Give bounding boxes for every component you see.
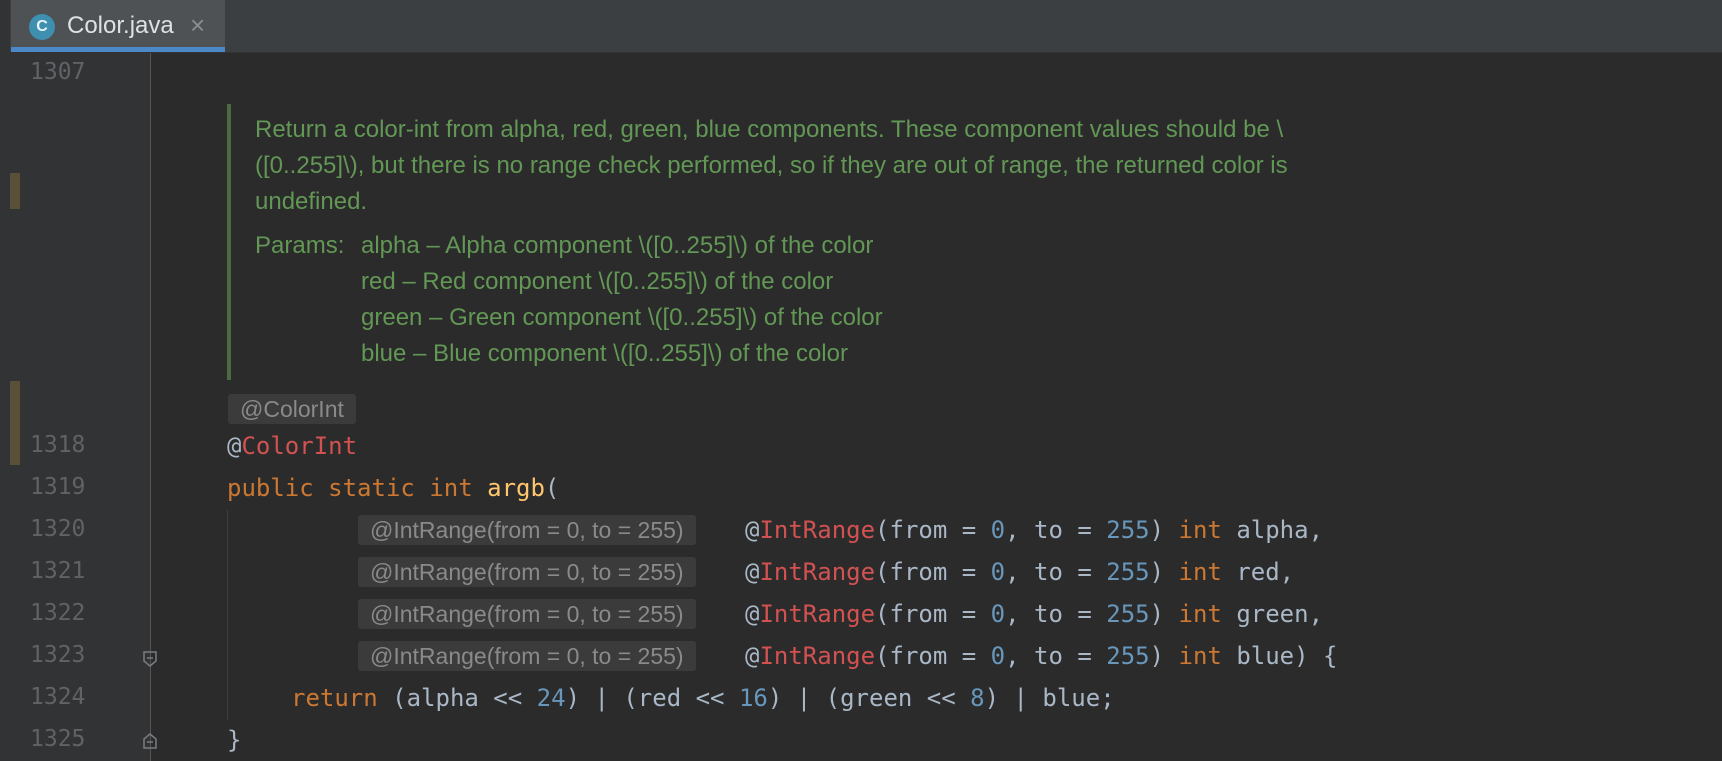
close-brace: } (227, 726, 242, 754)
keyword: int (429, 474, 473, 502)
code-line-1325[interactable]: } (227, 722, 241, 758)
param-alpha: alpha – Alpha component \([0..255]\) of … (361, 232, 874, 259)
rendered-doc-comment: Return a color-int from alpha, red, gree… (255, 112, 1555, 220)
number-literal: 255 (1106, 642, 1150, 670)
line-number: 1321 (30, 558, 86, 584)
code-line-1318[interactable]: @ColorInt (227, 428, 357, 464)
annotation-name: IntRange (759, 516, 876, 544)
keyword: return (291, 684, 378, 712)
annotation-args: ) (1149, 600, 1179, 628)
line-number: 1325 (30, 726, 86, 752)
annotation-args: ) (1149, 516, 1179, 544)
java-class-icon: C (29, 14, 55, 40)
annotation-args: , to = (1005, 642, 1107, 670)
change-marker (10, 381, 20, 465)
expression-part: ) | blue; (984, 684, 1115, 712)
editor-tab-bar (0, 0, 1722, 53)
expression-part: ) | (red << (565, 684, 739, 712)
active-tab-indicator (11, 47, 225, 52)
change-marker (10, 173, 20, 209)
close-icon[interactable]: × (190, 10, 205, 40)
at-sign: @ (227, 432, 242, 460)
param-name: blue) { (1236, 642, 1338, 670)
expression-part: ) | (green << (767, 684, 971, 712)
annotation-name: IntRange (759, 600, 876, 628)
number-literal: 0 (990, 642, 1006, 670)
annotation-args: (from = (875, 642, 991, 670)
at-sign: @ (745, 600, 760, 628)
number-literal: 16 (738, 684, 768, 712)
intrange-inlay-hint: @IntRange(from = 0, to = 255) (358, 515, 696, 545)
annotation-name: IntRange (759, 558, 876, 586)
intrange-inlay-hint: @IntRange(from = 0, to = 255) (358, 599, 696, 629)
param-green: green – Green component \([0..255]\) of … (361, 304, 883, 331)
doc-comment-bar (227, 104, 231, 380)
number-literal: 0 (990, 516, 1006, 544)
params-label: Params: (255, 232, 345, 259)
code-line-1320[interactable]: @IntRange(from = 0, to = 255) int alpha, (745, 512, 1323, 548)
code-line-1319[interactable]: public static int argb( (227, 470, 559, 506)
annotation-args: , to = (1005, 558, 1107, 586)
line-number: 1323 (30, 642, 86, 668)
fold-end-icon[interactable] (141, 732, 159, 750)
number-literal: 0 (990, 558, 1006, 586)
intrange-inlay-hint: @IntRange(from = 0, to = 255) (358, 641, 696, 671)
code-line-1323[interactable]: @IntRange(from = 0, to = 255) int blue) … (745, 638, 1337, 674)
number-literal: 255 (1106, 516, 1150, 544)
param-red: red – Red component \([0..255]\) of the … (361, 268, 834, 295)
keyword: public (227, 474, 314, 502)
annotation-args: , to = (1005, 600, 1107, 628)
at-sign: @ (745, 642, 760, 670)
annotation-args: , to = (1005, 516, 1107, 544)
line-number: 1318 (30, 432, 86, 458)
code-line-1321[interactable]: @IntRange(from = 0, to = 255) int red, (745, 554, 1294, 590)
intrange-inlay-hint: @IntRange(from = 0, to = 255) (358, 557, 696, 587)
keyword: int (1178, 558, 1222, 586)
annotation-args: (from = (875, 516, 991, 544)
keyword: int (1178, 642, 1222, 670)
doc-text-line: undefined. (255, 188, 368, 215)
code-line-1322[interactable]: @IntRange(from = 0, to = 255) int green, (745, 596, 1323, 632)
param-name: alpha, (1236, 516, 1324, 544)
expression-part: (alpha << (377, 684, 537, 712)
annotation-args: ) (1149, 642, 1179, 670)
param-blue: blue – Blue component \([0..255]\) of th… (361, 340, 848, 367)
number-literal: 255 (1106, 558, 1150, 586)
param-name: green, (1236, 600, 1324, 628)
open-paren: ( (544, 474, 560, 502)
annotation-args: ) (1149, 558, 1179, 586)
line-number: 1324 (30, 684, 86, 710)
indent-guide (227, 510, 228, 720)
method-name: argb (487, 474, 545, 502)
number-literal: 0 (990, 600, 1006, 628)
number-literal: 8 (970, 684, 985, 712)
colorint-inlay-hint: @ColorInt (228, 394, 356, 424)
annotation-name: IntRange (759, 642, 876, 670)
line-number: 1319 (30, 474, 86, 500)
line-number-gutter[interactable]: 1307 1318 1319 1320 1321 1322 1323 1324 … (10, 53, 151, 761)
keyword: static (328, 474, 415, 502)
number-literal: 24 (536, 684, 566, 712)
fold-start-icon[interactable] (141, 650, 159, 668)
number-literal: 255 (1106, 600, 1150, 628)
at-sign: @ (745, 516, 760, 544)
annotation-args: (from = (875, 558, 991, 586)
doc-text-line: ([0..255]\), but there is no range check… (255, 152, 1288, 179)
annotation-args: (from = (875, 600, 991, 628)
line-number: 1307 (30, 59, 86, 85)
code-line-1324[interactable]: return (alpha << 24) | (red << 16) | (gr… (291, 680, 1115, 716)
line-number: 1322 (30, 600, 86, 626)
tab-title[interactable]: Color.java (67, 12, 174, 40)
param-name: red, (1236, 558, 1295, 586)
line-number: 1320 (30, 516, 86, 542)
annotation-name: ColorInt (241, 432, 358, 460)
keyword: int (1178, 516, 1222, 544)
doc-text-line: Return a color-int from alpha, red, gree… (255, 116, 1284, 143)
left-edge-strip (0, 0, 10, 761)
keyword: int (1178, 600, 1222, 628)
at-sign: @ (745, 558, 760, 586)
